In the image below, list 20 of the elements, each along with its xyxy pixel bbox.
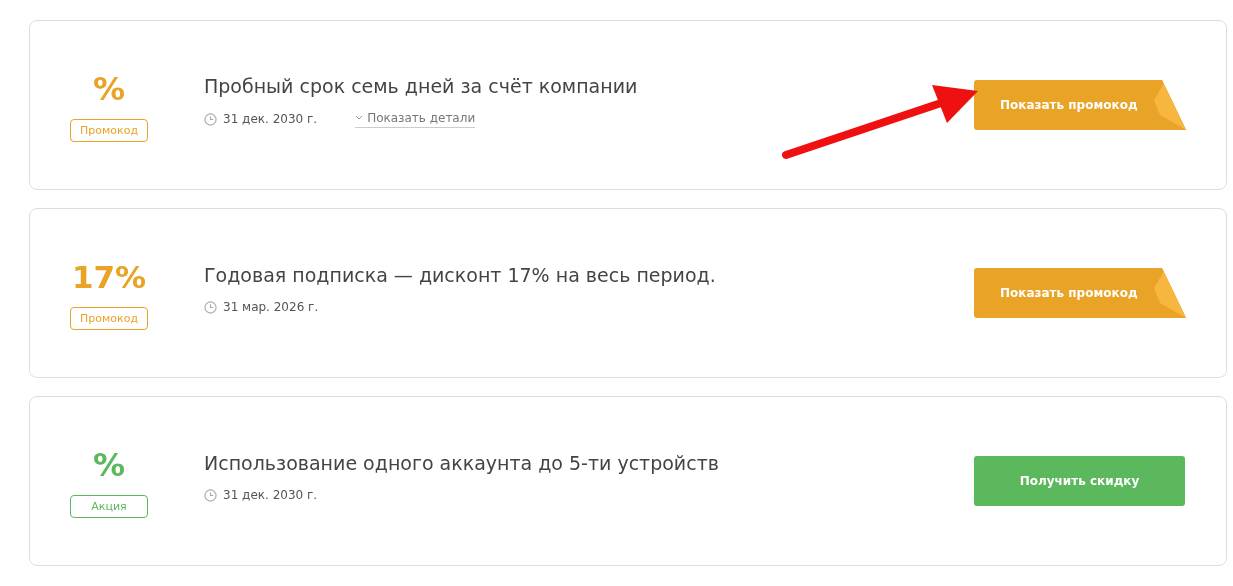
offer-type-tag: Акция: [70, 494, 148, 518]
clock-icon: [204, 300, 217, 314]
offer-type-tag: Промокод: [70, 118, 148, 142]
show-details-link[interactable]: Показать детали: [355, 110, 476, 128]
discount-value: 17%: [71, 257, 147, 297]
chevron-down-icon: [355, 115, 364, 120]
show-promo-code-button[interactable]: Показать промокод: [974, 268, 1186, 318]
offer-title: Использование одного аккаунта до 5-ти устройств: [204, 452, 720, 474]
offer-type-tag: Промокод: [70, 306, 148, 330]
offer-title: Пробный срок семь дней за счёт компании: [204, 74, 639, 97]
show-promo-code-button[interactable]: Показать промокод: [974, 80, 1186, 130]
clock-icon: [204, 488, 217, 502]
expiry-date: 31 мар. 2026 г.: [223, 300, 319, 314]
expiry-date: 31 дек. 2030 г.: [223, 488, 318, 502]
get-discount-button[interactable]: Получить скидку: [974, 456, 1185, 506]
expiry-date: 31 дек. 2030 г.: [223, 112, 318, 126]
discount-value: %: [92, 444, 126, 485]
discount-value: %: [92, 68, 126, 109]
offer-title: Годовая подписка — дисконт 17% на весь период.: [204, 264, 717, 286]
clock-icon: [204, 112, 217, 126]
